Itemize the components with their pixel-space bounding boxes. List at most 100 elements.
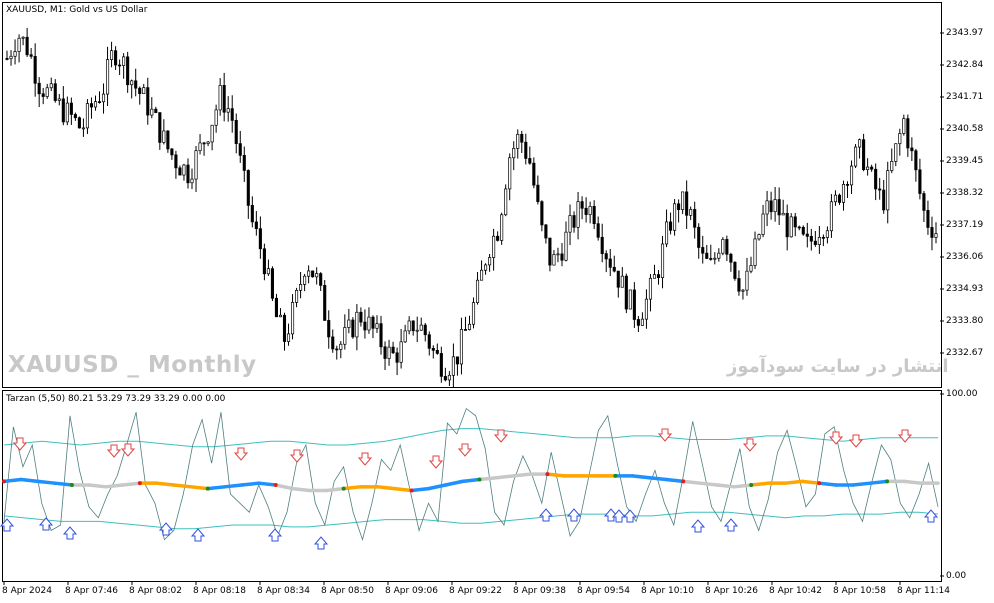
time-tick-label: 8 Apr 08:18 — [193, 586, 246, 596]
lower-band-line — [3, 511, 939, 530]
mid-line-segment — [172, 483, 193, 489]
candle-body — [355, 311, 359, 338]
candle-body — [323, 285, 327, 321]
buy-arrow-icon — [158, 522, 174, 536]
mid-line-segment — [443, 479, 465, 487]
candle-body — [295, 289, 299, 303]
candle-body — [934, 233, 938, 238]
candle-body — [874, 168, 878, 190]
candle-body — [65, 102, 69, 123]
candle-body — [825, 230, 829, 238]
indicator-tick-label: 0.00 — [946, 571, 967, 581]
candle-body — [660, 243, 665, 278]
candle-body — [669, 221, 673, 231]
candle-body — [234, 120, 238, 144]
candle-body — [375, 323, 379, 329]
mid-line-dot — [545, 472, 550, 477]
candle-body — [552, 254, 556, 266]
mid-line-segment — [868, 479, 889, 485]
mid-line-dot — [409, 488, 414, 493]
buy-arrow-icon — [313, 536, 329, 550]
candle-body — [282, 314, 287, 342]
mid-line-segment — [494, 474, 516, 480]
candle-body — [21, 36, 25, 39]
mid-line-segment — [664, 477, 686, 484]
mid-line-segment — [375, 485, 397, 491]
candle-body — [182, 164, 186, 176]
candle-body — [588, 206, 592, 215]
time-tick-label: 8 Apr 10:58 — [833, 586, 886, 596]
candle-body — [596, 223, 600, 238]
candle-body — [713, 257, 717, 260]
mid-line-segment — [206, 485, 227, 491]
mid-line-dot — [681, 479, 686, 484]
candle-body — [198, 142, 202, 152]
candle-body — [142, 87, 146, 94]
price-tick-label: 2340.58 — [946, 124, 984, 134]
mid-line-segment — [19, 477, 40, 484]
buy-arrow-icon — [622, 509, 638, 523]
candle-body — [813, 240, 817, 245]
candle-body — [122, 56, 126, 66]
candle-body — [242, 154, 246, 171]
candle-body — [367, 316, 371, 331]
candle-body — [616, 270, 620, 288]
candle-body — [648, 277, 653, 300]
mid-line-segment — [392, 486, 414, 493]
candle-body — [299, 284, 303, 291]
candle-body — [202, 142, 206, 145]
candle-body — [435, 349, 439, 354]
candle-body — [789, 216, 793, 238]
candle-body — [214, 109, 218, 126]
candle-body — [61, 98, 65, 123]
candle-body — [134, 80, 138, 89]
mid-line-dot — [477, 477, 482, 482]
candle-body — [105, 59, 110, 95]
mid-line-segment — [409, 486, 431, 493]
candle-body — [600, 236, 604, 254]
buy-arrow-icon — [723, 518, 739, 532]
candle-body — [387, 346, 391, 359]
candle-body — [463, 329, 468, 331]
candle-body — [858, 139, 862, 148]
candle-body — [57, 98, 61, 101]
candle-body — [496, 235, 500, 241]
candle-body — [536, 184, 540, 202]
indicator-tick-label: 100.00 — [946, 389, 978, 399]
time-tick-label: 8 Apr 09:54 — [577, 586, 630, 596]
candle-body — [906, 118, 910, 149]
candle-body — [222, 85, 226, 113]
candle-body — [918, 169, 922, 194]
candle-body — [572, 215, 576, 228]
candle-body — [130, 80, 134, 86]
candle-body — [512, 147, 516, 159]
candle-body — [262, 248, 266, 275]
candle-body — [741, 289, 745, 292]
time-tick-label: 8 Apr 2024 — [2, 586, 52, 596]
candle-body — [560, 253, 564, 261]
candle-body — [644, 298, 648, 320]
candle-body — [757, 234, 761, 240]
candle-body — [258, 228, 262, 250]
candle-body — [218, 85, 222, 111]
time-tick-label: 8 Apr 08:50 — [321, 586, 374, 596]
time-tick-label: 8 Apr 10:26 — [705, 586, 758, 596]
buy-arrow-icon — [566, 508, 582, 522]
price-tick-label: 2341.71 — [946, 92, 984, 102]
candle-body — [174, 154, 178, 169]
mid-line-dot — [885, 479, 890, 484]
time-tick-label: 8 Apr 11:14 — [897, 586, 950, 596]
candle-body — [576, 201, 580, 228]
candle-body — [146, 87, 150, 116]
candle-body — [681, 191, 685, 211]
candle-body — [226, 108, 230, 113]
candle-body — [266, 268, 270, 275]
mid-line-segment — [783, 479, 804, 485]
candle-body — [500, 214, 504, 241]
candle-body — [564, 231, 568, 261]
candle-body — [411, 320, 415, 332]
candle-body — [733, 261, 737, 279]
price-tick-label: 2334.93 — [946, 284, 984, 294]
candle-body — [363, 321, 367, 331]
chart-title: XAUUSD, M1: Gold vs US Dollar — [6, 5, 148, 15]
